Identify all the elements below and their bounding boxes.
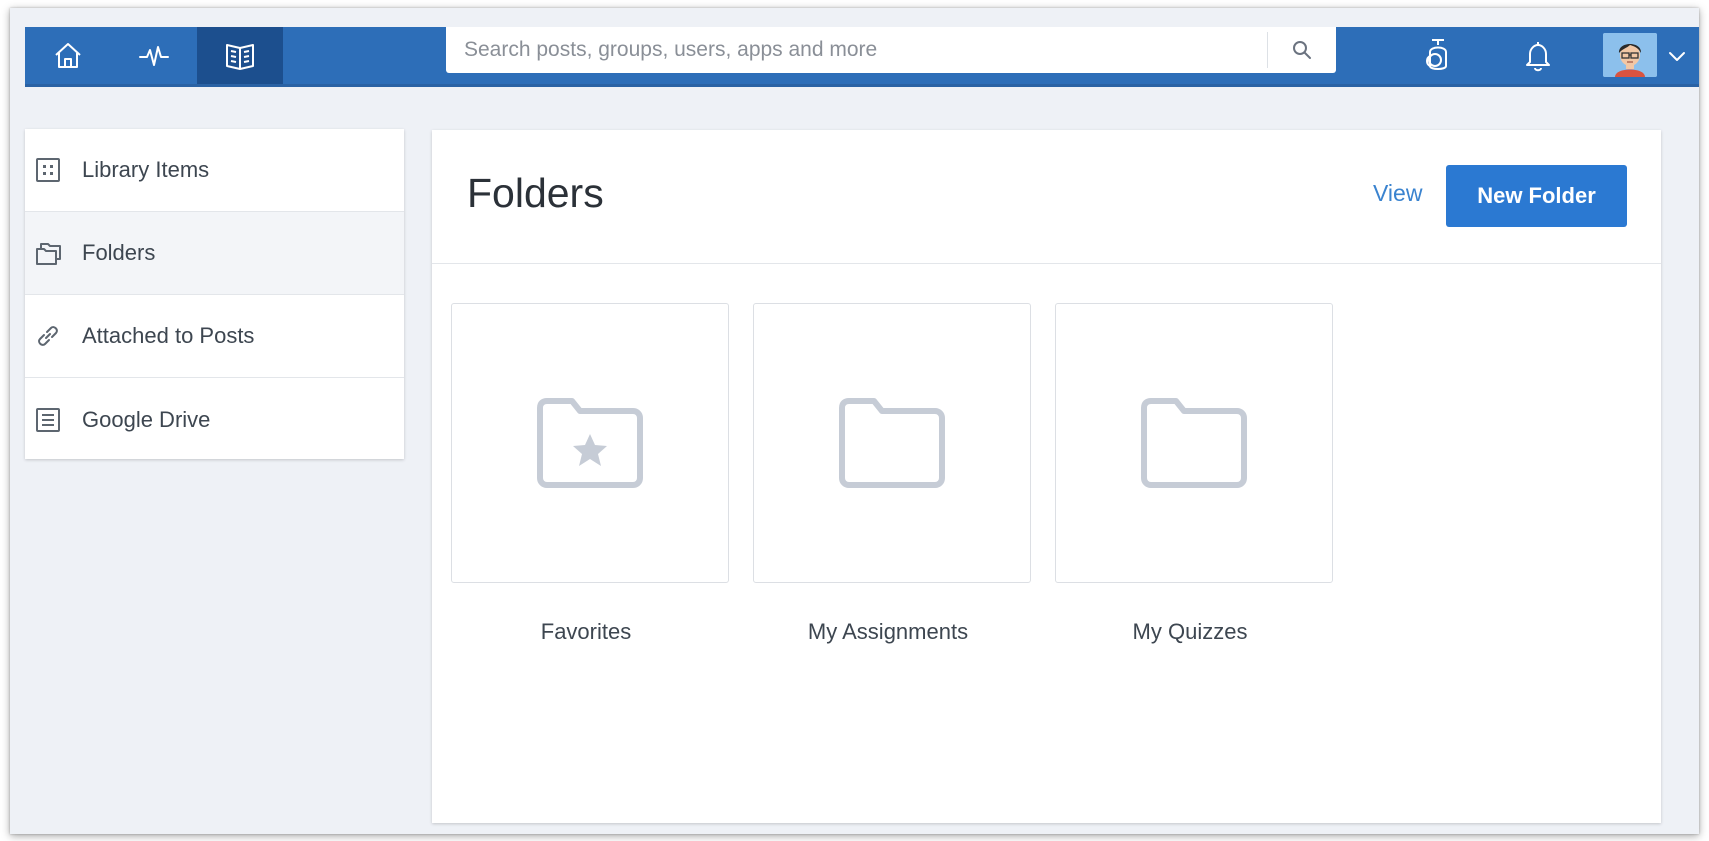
view-link[interactable]: View <box>1373 180 1422 207</box>
avatar[interactable] <box>1603 33 1657 77</box>
folders-header: Folders View New Folder <box>432 130 1661 264</box>
new-folder-button[interactable]: New Folder <box>1446 165 1627 227</box>
page-title: Folders <box>467 170 604 216</box>
sidebar-item-label: Attached to Posts <box>82 323 255 348</box>
chevron-down-icon <box>1669 52 1685 61</box>
sidebar-item-google-drive[interactable]: Google Drive <box>25 378 404 461</box>
folder-label[interactable]: My Assignments <box>749 619 1027 645</box>
folder-icon <box>839 398 945 488</box>
folders-panel: Folders View New Folder Favorites My Ass… <box>432 130 1661 823</box>
nav-activity[interactable] <box>111 27 197 84</box>
library-sidebar: Library Items Folders Attached to Posts … <box>25 129 404 459</box>
activity-icon <box>139 45 169 66</box>
app-window: Library Items Folders <box>10 8 1699 834</box>
folders-icon <box>34 239 62 267</box>
sidebar-item-label: Folders <box>82 240 156 265</box>
sidebar-item-label: Library Items <box>82 157 210 182</box>
sidebar-item-library-items[interactable]: Library Items <box>25 129 404 212</box>
search-bar <box>446 27 1336 73</box>
folder-card-favorites[interactable] <box>451 303 729 583</box>
backpack-button[interactable] <box>1403 27 1473 84</box>
app-content: Library Items Folders <box>25 27 1699 834</box>
search-input[interactable] <box>446 27 1267 73</box>
top-navigation-bar <box>25 27 1699 87</box>
grid-icon <box>34 156 62 184</box>
link-icon <box>34 322 62 350</box>
folder-label[interactable]: Favorites <box>447 619 725 645</box>
folder-icon <box>1141 398 1247 488</box>
bell-icon <box>1526 41 1550 71</box>
search-button[interactable] <box>1268 27 1336 73</box>
star-folder-icon <box>537 398 643 488</box>
library-icon <box>226 43 254 70</box>
nav-home[interactable] <box>25 27 111 84</box>
nav-library[interactable] <box>197 27 283 84</box>
sidebar-item-folders[interactable]: Folders <box>25 212 404 295</box>
folder-card-my-assignments[interactable] <box>753 303 1031 583</box>
folder-card-my-quizzes[interactable] <box>1055 303 1333 583</box>
home-icon <box>55 42 81 68</box>
sidebar-item-attached-to-posts[interactable]: Attached to Posts <box>25 295 404 378</box>
user-avatar-icon <box>1603 33 1657 77</box>
search-icon <box>1293 41 1311 59</box>
folder-label[interactable]: My Quizzes <box>1051 619 1329 645</box>
sidebar-item-label: Google Drive <box>82 406 211 432</box>
notifications-button[interactable] <box>1503 27 1573 84</box>
account-menu-toggle[interactable] <box>1662 41 1692 71</box>
backpack-icon <box>1426 38 1447 70</box>
document-icon <box>34 406 62 434</box>
